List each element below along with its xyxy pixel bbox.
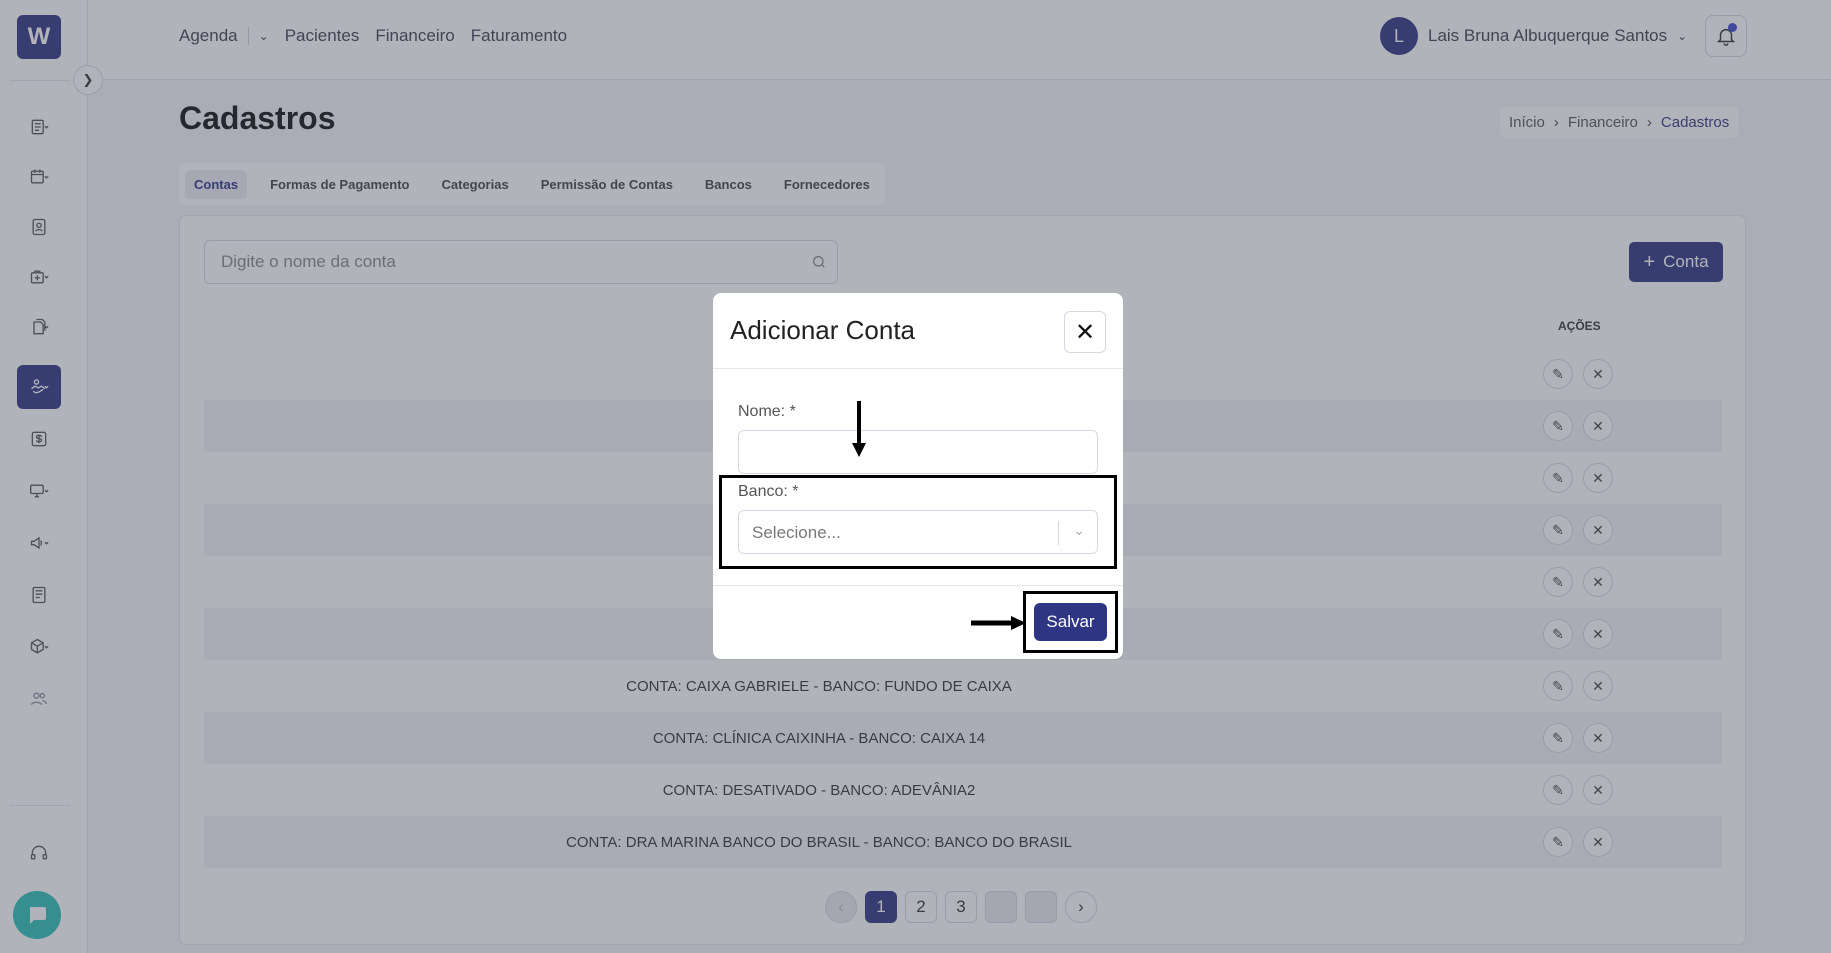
add-account-modal: Adicionar Conta ✕ Nome: * Banco: * Selec… <box>713 293 1123 659</box>
close-icon: ✕ <box>1074 318 1096 346</box>
nome-label: Nome: * <box>738 403 796 420</box>
highlight-box-save <box>1023 591 1118 653</box>
modal-title: Adicionar Conta <box>730 315 915 345</box>
highlight-box-banco <box>719 475 1117 569</box>
modal-divider <box>713 368 1123 369</box>
modal-close-button[interactable]: ✕ <box>1064 311 1106 353</box>
arrow-right-icon <box>971 616 1026 630</box>
arrow-down-icon <box>852 401 866 457</box>
modal-divider <box>713 585 1123 586</box>
nome-input[interactable] <box>738 430 1098 474</box>
